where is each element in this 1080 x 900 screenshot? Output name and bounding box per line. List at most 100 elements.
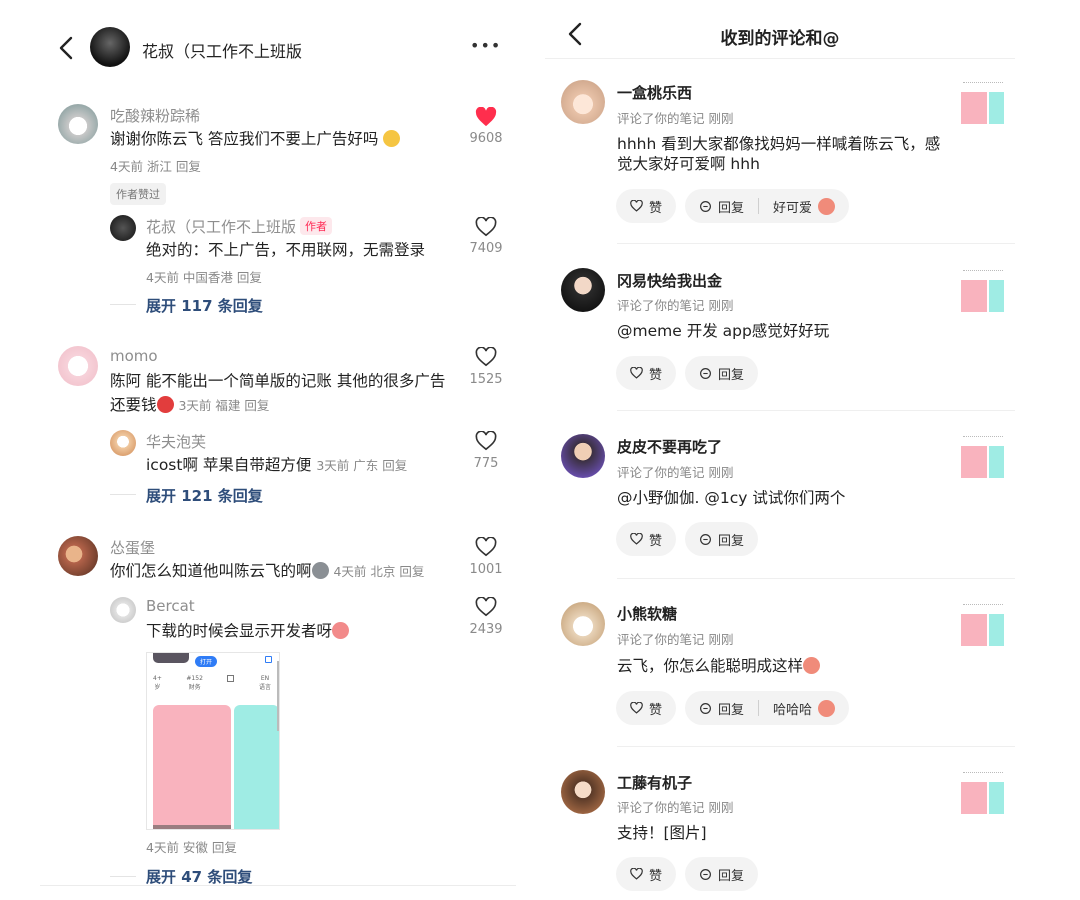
user-avatar[interactable] (561, 268, 605, 312)
author-avatar[interactable] (90, 27, 130, 67)
note-thumbnail[interactable] (961, 770, 1005, 814)
replier-avatar[interactable] (110, 597, 136, 623)
note-thumbnail[interactable] (961, 268, 1005, 312)
reply-button[interactable]: 回复 (685, 356, 759, 390)
notification-meta: 评论了你的笔记 刚刚 (617, 800, 734, 815)
like-count: 7409 (469, 241, 503, 256)
commenter-name[interactable]: momo (110, 347, 158, 365)
comment-text: @meme 开发 app感觉好好玩 (617, 322, 830, 340)
quick-reply[interactable]: 哈哈哈 (773, 699, 812, 718)
emoji-icon (383, 130, 401, 147)
heart-icon[interactable] (475, 217, 497, 237)
item-divider (617, 578, 1015, 579)
note-thumbnail[interactable] (961, 602, 1005, 646)
reply-text: icost啊 苹果自带超方便 3天前 广东 回复 (146, 456, 408, 474)
thumb-header (963, 82, 1003, 88)
note-thumbnail[interactable] (961, 434, 1005, 478)
thumb-header (963, 604, 1003, 610)
like-button[interactable]: 赞 (616, 691, 677, 725)
like-count: 9608 (469, 131, 503, 146)
heart-filled-icon[interactable] (475, 107, 497, 127)
comment-text: 陈阿 能不能出一个简单版的记账 其他的很多广告 (110, 372, 446, 390)
bottom-divider (40, 885, 516, 886)
comments-panel: 花叔（只工作不上班版 ••• 吃酸辣粉踪稀 谢谢你陈云飞 答应我们不要上广告好吗… (40, 0, 516, 900)
like-label: 赞 (649, 367, 663, 383)
user-avatar[interactable] (561, 770, 605, 814)
like-label: 赞 (649, 200, 663, 216)
page-title: 收到的评论和@ (720, 29, 840, 49)
pink-block (961, 92, 987, 124)
user-name[interactable]: 工藤有机子 (617, 772, 692, 793)
reply-label: 回复 (718, 200, 745, 216)
commenter-avatar[interactable] (58, 536, 98, 576)
notifications-panel: 收到的评论和@ 一盒桃乐西 评论了你的笔记 刚刚 hhhh 看到大家都像找妈妈一… (545, 0, 1015, 900)
expand-replies-link[interactable]: 展开 121 条回复 (146, 485, 263, 506)
heart-icon[interactable] (475, 537, 497, 557)
mint-block (989, 614, 1004, 646)
mint-block (989, 92, 1004, 124)
author-avatar[interactable] (110, 215, 136, 241)
like-button[interactable]: 赞 (616, 522, 677, 556)
heart-icon[interactable] (475, 597, 497, 617)
chat-bubble-icon (700, 533, 711, 545)
more-icon[interactable]: ••• (470, 36, 501, 55)
heart-icon (630, 200, 643, 212)
thumb-header (963, 270, 1003, 276)
commenter-name[interactable]: 吃酸辣粉踪稀 (110, 105, 200, 126)
like-count: 775 (473, 456, 499, 471)
pink-block (961, 782, 987, 814)
like-button[interactable]: 赞 (616, 857, 677, 891)
comment-text-line2: 觉大家好可爱啊 hhh (617, 155, 760, 173)
emoji-icon (156, 396, 174, 413)
divider (110, 494, 136, 495)
note-thumbnail[interactable] (961, 80, 1005, 124)
replier-avatar[interactable] (110, 430, 136, 456)
like-button[interactable]: 赞 (616, 356, 677, 390)
reply-button[interactable]: 回复 哈哈哈 (685, 691, 850, 725)
heart-icon (630, 367, 643, 379)
chat-bubble-icon (700, 367, 711, 379)
replier-name[interactable]: 花叔（只工作不上班版 (146, 216, 296, 237)
like-count: 2439 (469, 622, 503, 637)
open-button: 打开 (195, 656, 218, 667)
back-arrow-icon[interactable] (58, 36, 74, 60)
developer-icon (227, 675, 235, 682)
user-avatar[interactable] (561, 434, 605, 478)
heart-icon[interactable] (475, 347, 497, 367)
like-label: 赞 (649, 702, 663, 718)
reply-button[interactable]: 回复 (685, 857, 759, 891)
mint-block (989, 446, 1004, 478)
heart-icon (630, 868, 643, 880)
user-name[interactable]: 冈易快给我出金 (617, 270, 722, 291)
pink-block (961, 280, 987, 312)
chat-bubble-icon (700, 868, 711, 880)
divider (110, 304, 136, 305)
heart-icon (630, 702, 643, 714)
user-name[interactable]: 一盒桃乐西 (617, 82, 692, 103)
mint-block (234, 705, 279, 829)
commenter-avatar[interactable] (58, 104, 98, 144)
like-button[interactable]: 赞 (616, 189, 677, 223)
expand-replies-link[interactable]: 展开 117 条回复 (146, 295, 263, 316)
page-title: 花叔（只工作不上班版 (142, 42, 303, 61)
commenter-avatar[interactable] (58, 346, 98, 386)
user-avatar[interactable] (561, 80, 605, 124)
reply-button[interactable]: 回复 好可爱 (685, 189, 850, 223)
user-name[interactable]: 皮皮不要再吃了 (617, 436, 722, 457)
commenter-name[interactable]: 怂蛋堡 (110, 537, 155, 558)
reply-button[interactable]: 回复 (685, 522, 759, 556)
pink-block (153, 705, 231, 829)
emoji-icon (311, 562, 329, 579)
reply-label: 回复 (718, 533, 745, 549)
reply-image[interactable]: 打开 4+ 岁 #152 财务 EN 语言 (146, 652, 280, 830)
comment-text: 支持！[图片] (617, 824, 707, 842)
replier-name[interactable]: Bercat (146, 597, 195, 615)
user-avatar[interactable] (561, 602, 605, 646)
thumb-header (963, 772, 1003, 778)
quick-reply[interactable]: 好可爱 (773, 197, 812, 216)
like-count: 1525 (469, 372, 503, 387)
heart-icon[interactable] (475, 431, 497, 451)
expand-replies-link[interactable]: 展开 47 条回复 (146, 866, 252, 887)
replier-name[interactable]: 华夫泡芙 (146, 431, 206, 452)
user-name[interactable]: 小熊软糖 (617, 603, 677, 624)
